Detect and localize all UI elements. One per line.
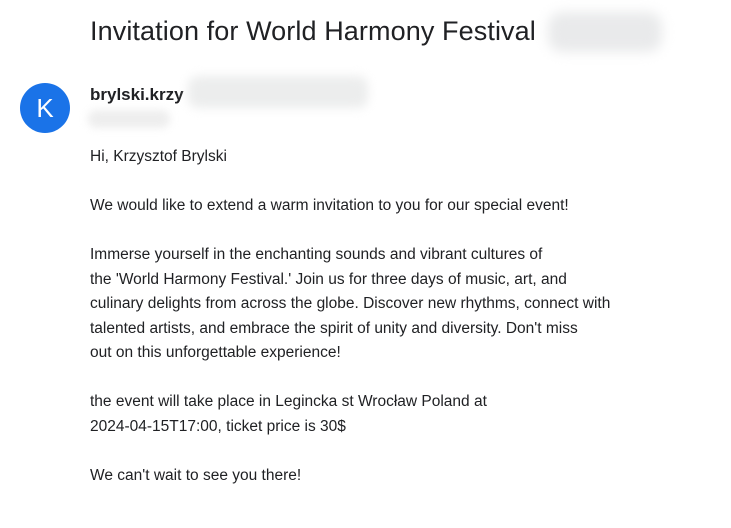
email-body: Hi, Krzysztof Brylski We would like to e… xyxy=(90,145,690,488)
redacted-subject-label xyxy=(548,12,662,52)
body-paragraph-3-line: 2024-04-15T17:00, ticket price is 30$ xyxy=(90,417,346,435)
redacted-recipient-line xyxy=(88,110,170,128)
body-paragraph-1: We would like to extend a warm invitatio… xyxy=(90,197,569,214)
email-subject: Invitation for World Harmony Festival xyxy=(90,15,536,46)
body-paragraph-2-line: talented artists, and embrace the spirit… xyxy=(90,319,578,337)
sender-avatar[interactable]: K xyxy=(20,83,70,133)
subject-row: Invitation for World Harmony Festival xyxy=(90,13,536,49)
sender-name[interactable]: brylski.krzy xyxy=(90,85,184,105)
email-view: Invitation for World Harmony Festival K … xyxy=(0,0,731,528)
body-paragraph-2-line: the 'World Harmony Festival.' Join us fo… xyxy=(90,270,567,288)
body-paragraph-3-line: the event will take place in Legincka st… xyxy=(90,393,487,410)
greeting: Hi, Krzysztof Brylski xyxy=(90,148,227,165)
body-paragraph-2-line: out on this unforgettable experience! xyxy=(90,344,341,361)
avatar-letter: K xyxy=(36,92,54,123)
closing-line: We can't wait to see you there! xyxy=(90,466,302,484)
body-paragraph-2-line: culinary delights from across the globe.… xyxy=(90,295,611,312)
redacted-sender-address xyxy=(188,76,368,108)
body-paragraph-2-line: Immerse yourself in the enchanting sound… xyxy=(90,246,543,263)
